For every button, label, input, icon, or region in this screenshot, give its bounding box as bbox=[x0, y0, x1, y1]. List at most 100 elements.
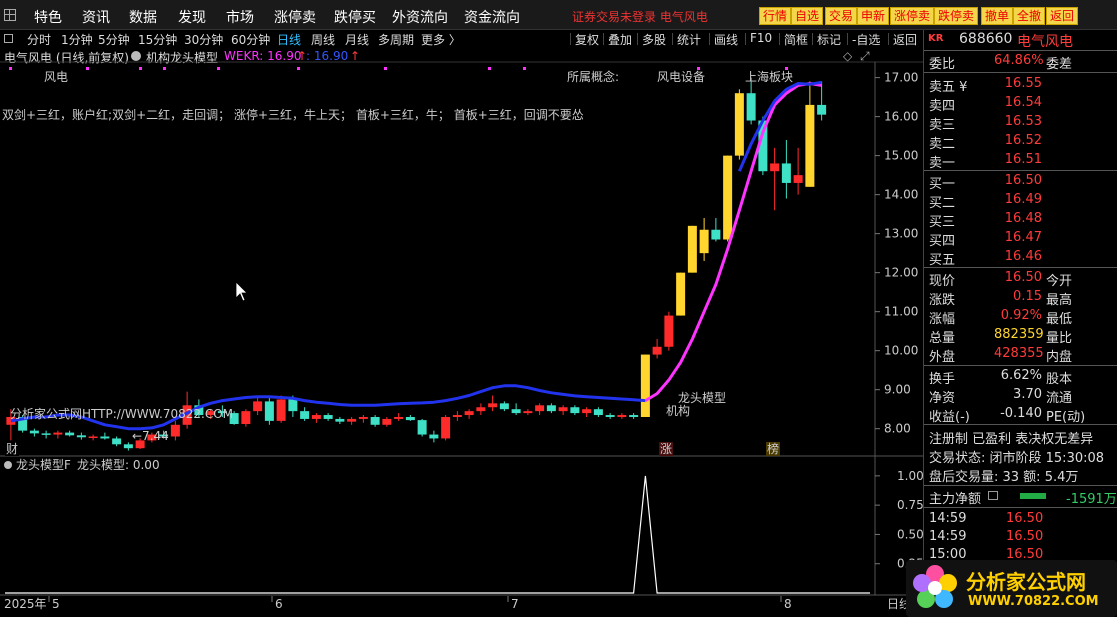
quote-label: 外盘 bbox=[929, 350, 956, 365]
candle[interactable] bbox=[793, 147, 803, 195]
candle-body bbox=[781, 163, 791, 183]
candle[interactable] bbox=[570, 405, 580, 416]
candle[interactable] bbox=[100, 432, 110, 440]
kline-chart[interactable]: 17.00 16.00 15.00 14.00 13.00 12.00 11.00 10.00… bbox=[0, 0, 923, 617]
tag-fengdian: 风电 bbox=[44, 70, 68, 84]
quote-label-secondary: PE(动) bbox=[1046, 410, 1086, 425]
candle[interactable] bbox=[76, 432, 86, 440]
candle[interactable] bbox=[53, 430, 63, 439]
candle[interactable] bbox=[488, 395, 498, 412]
candle[interactable] bbox=[770, 147, 780, 211]
candle[interactable] bbox=[65, 430, 75, 437]
divider bbox=[924, 365, 1117, 366]
candle[interactable] bbox=[817, 81, 827, 121]
candle[interactable] bbox=[664, 311, 674, 351]
top-button[interactable]: 全撤 bbox=[1013, 7, 1046, 25]
y-tick-label: 8.00 bbox=[884, 422, 911, 436]
candle[interactable] bbox=[382, 416, 392, 427]
y-tick-label: 12.00 bbox=[884, 266, 918, 280]
sub-settings-icon[interactable] bbox=[4, 461, 12, 469]
candle[interactable] bbox=[605, 413, 615, 419]
candle-body bbox=[523, 411, 533, 414]
candle[interactable] bbox=[687, 225, 697, 273]
zhang-marker[interactable]: 涨 bbox=[660, 441, 672, 456]
candle[interactable] bbox=[629, 413, 639, 419]
candle-body bbox=[335, 418, 345, 422]
candle[interactable] bbox=[746, 77, 756, 125]
candle-body bbox=[300, 411, 310, 419]
candle[interactable] bbox=[464, 409, 474, 419]
quote-label: 涨幅 bbox=[929, 312, 956, 327]
candle-body bbox=[29, 430, 39, 434]
candle[interactable] bbox=[546, 403, 556, 414]
candle[interactable] bbox=[335, 416, 345, 425]
quote-value: 16.52 bbox=[1004, 133, 1042, 148]
candle[interactable] bbox=[358, 415, 368, 423]
top-button[interactable]: 返回 bbox=[1046, 7, 1079, 25]
candle[interactable] bbox=[652, 338, 662, 359]
cai-marker[interactable]: 财 bbox=[6, 442, 18, 456]
candle[interactable] bbox=[41, 430, 51, 439]
candle[interactable] bbox=[347, 416, 357, 425]
candle[interactable] bbox=[558, 405, 568, 416]
flow-bar bbox=[1020, 493, 1046, 499]
candle-body bbox=[711, 229, 721, 240]
candle[interactable] bbox=[523, 409, 533, 416]
top-button[interactable]: 跌停卖 bbox=[934, 7, 979, 25]
candle[interactable] bbox=[593, 407, 603, 417]
quote-label: 买五 bbox=[929, 253, 956, 268]
candle[interactable] bbox=[429, 430, 439, 443]
candle[interactable] bbox=[276, 395, 286, 423]
candle[interactable] bbox=[417, 418, 427, 437]
list-icon[interactable] bbox=[988, 491, 998, 500]
candle[interactable] bbox=[394, 413, 404, 421]
candle[interactable] bbox=[476, 403, 486, 416]
x-axis-label: 7 bbox=[511, 597, 519, 611]
candle-body bbox=[311, 415, 321, 419]
candle[interactable] bbox=[441, 415, 451, 441]
quote-value: 16.46 bbox=[1004, 249, 1042, 264]
bang-marker[interactable]: 榜 bbox=[767, 441, 779, 456]
candle[interactable] bbox=[711, 218, 721, 242]
candle[interactable] bbox=[370, 415, 380, 427]
candle[interactable] bbox=[582, 407, 592, 417]
quote-value: 0.15 bbox=[1013, 289, 1042, 304]
candle[interactable] bbox=[723, 155, 733, 242]
candle-body bbox=[370, 416, 380, 425]
quote-value: 16.50 bbox=[1004, 270, 1042, 285]
candle[interactable] bbox=[617, 413, 627, 419]
candle[interactable] bbox=[300, 407, 310, 421]
candle[interactable] bbox=[699, 218, 709, 261]
candle[interactable] bbox=[323, 413, 333, 421]
candle[interactable] bbox=[311, 413, 321, 423]
candle[interactable] bbox=[112, 436, 122, 447]
divider bbox=[924, 170, 1117, 171]
candle[interactable] bbox=[264, 397, 274, 425]
candle-body bbox=[546, 405, 556, 412]
candle[interactable] bbox=[405, 415, 415, 421]
strategy-text: 双剑+三红，账户红;双剑+二红，走回调； 涨停+三红，牛上天； 首板+三红，牛；… bbox=[2, 107, 584, 122]
top-button[interactable]: 撤单 bbox=[981, 7, 1014, 25]
candle-body bbox=[817, 104, 827, 115]
candle-body bbox=[112, 438, 122, 445]
quote-label: 现价 bbox=[929, 274, 956, 289]
candle[interactable] bbox=[535, 403, 545, 416]
candle-body bbox=[88, 436, 98, 438]
candle[interactable] bbox=[452, 411, 462, 421]
candle[interactable] bbox=[88, 434, 98, 441]
weibi-row: 委比 64.86% 委差 bbox=[924, 52, 1117, 72]
candle[interactable] bbox=[781, 140, 791, 199]
candle[interactable] bbox=[170, 420, 180, 441]
candle-body bbox=[76, 435, 86, 438]
candle[interactable] bbox=[511, 403, 521, 416]
candle[interactable] bbox=[29, 428, 39, 437]
candle[interactable] bbox=[640, 354, 650, 417]
candle[interactable] bbox=[805, 81, 815, 187]
candle[interactable] bbox=[123, 442, 133, 451]
candle[interactable] bbox=[676, 272, 686, 316]
candle[interactable] bbox=[499, 401, 509, 412]
candle[interactable] bbox=[734, 89, 744, 160]
candle[interactable] bbox=[253, 397, 263, 416]
candle[interactable] bbox=[241, 409, 251, 427]
candle-body bbox=[593, 409, 603, 416]
